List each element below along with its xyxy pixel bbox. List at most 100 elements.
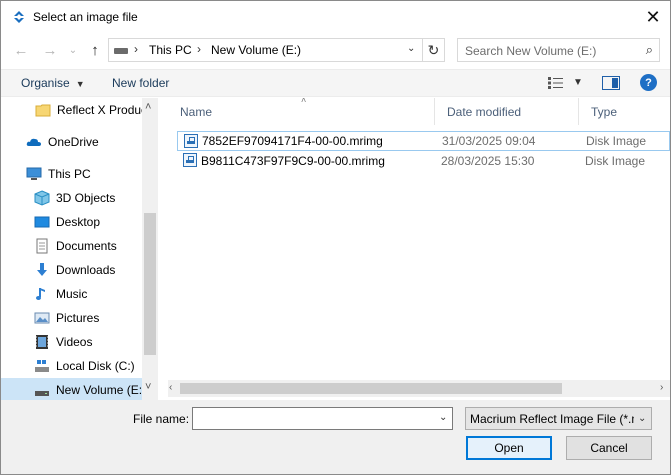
view-caret-down-icon[interactable]: ▼ bbox=[573, 77, 583, 88]
preview-pane-icon[interactable] bbox=[602, 76, 620, 90]
refresh-icon: ↻ bbox=[427, 41, 440, 58]
help-icon[interactable]: ? bbox=[640, 74, 657, 91]
date-modified-cell: 28/03/2025 15:30 bbox=[441, 154, 535, 168]
navigation-bar: ← → ⌄ ↑ › This PC › New Volume (E:) ⌄ ↻ … bbox=[1, 36, 670, 64]
forward-button[interactable]: → bbox=[40, 40, 60, 60]
scroll-down-icon[interactable]: ˅ bbox=[145, 381, 151, 393]
breadcrumb-separator-icon: › bbox=[134, 42, 138, 56]
arrow-right-icon: → bbox=[42, 41, 58, 59]
tree-item-label: Desktop bbox=[56, 215, 101, 229]
document-icon bbox=[34, 238, 50, 254]
tree-item-label: Local Disk (C:) bbox=[56, 359, 135, 373]
file-name-cell: B9811C473F97F9C9-00-00.mrimg bbox=[201, 154, 385, 168]
scroll-left-icon[interactable]: ‹ bbox=[169, 382, 172, 393]
view-options-icon[interactable] bbox=[547, 76, 565, 90]
sort-ascending-icon: ˄ bbox=[301, 98, 307, 105]
cancel-button[interactable]: Cancel bbox=[566, 436, 652, 460]
type-cell: Disk Image bbox=[586, 134, 647, 148]
breadcrumb-new-volume[interactable]: New Volume (E:) bbox=[211, 43, 301, 57]
tree-item-label: This PC bbox=[48, 167, 91, 181]
column-header-label: Name bbox=[180, 104, 213, 119]
table-row[interactable]: B9811C473F97F9C9-00-00.mrimg 28/03/2025 … bbox=[177, 151, 670, 171]
drive-icon bbox=[34, 382, 50, 398]
breadcrumb-separator-icon: › bbox=[197, 42, 201, 56]
address-bar[interactable]: › This PC › New Volume (E:) ⌄ ↻ bbox=[108, 38, 445, 62]
column-header-type[interactable]: Type bbox=[579, 98, 670, 125]
search-icon: ⌕ bbox=[645, 42, 653, 57]
column-header-name[interactable]: ˄ Name bbox=[168, 98, 435, 125]
date-modified-cell: 31/03/2025 09:04 bbox=[442, 134, 536, 148]
tree-item-documents[interactable]: Documents bbox=[34, 234, 117, 258]
file-name-input[interactable] bbox=[192, 407, 453, 430]
navigation-pane: Reflect X Produc OneDrive This PC 3D Obj… bbox=[1, 98, 158, 400]
dialog-footer: File name: ⌄ Macrium Reflect Image File … bbox=[1, 400, 670, 474]
file-list: ˄ Name Date modified Type 7852EF97094171… bbox=[168, 98, 670, 400]
download-icon bbox=[34, 262, 50, 278]
tree-item-label: OneDrive bbox=[48, 135, 99, 149]
macrium-app-icon bbox=[14, 11, 24, 23]
tree-item-music[interactable]: Music bbox=[34, 282, 87, 306]
search-box[interactable]: Search New Volume (E:) ⌕ bbox=[457, 38, 660, 62]
disk-image-icon bbox=[183, 153, 197, 167]
column-header-label: Type bbox=[591, 104, 618, 119]
arrow-up-icon: ↑ bbox=[91, 41, 99, 59]
column-header-date-modified[interactable]: Date modified bbox=[435, 98, 579, 125]
caret-down-icon: ▼ bbox=[75, 79, 85, 89]
tree-item-desktop[interactable]: Desktop bbox=[34, 210, 100, 234]
search-placeholder: Search New Volume (E:) bbox=[465, 44, 597, 58]
title-bar: Select an image file ✕ bbox=[1, 1, 670, 34]
tree-item-local-disk-c[interactable]: Local Disk (C:) bbox=[34, 354, 135, 378]
close-button[interactable]: ✕ bbox=[637, 4, 669, 30]
tree-item-reflect-folder[interactable]: Reflect X Produc bbox=[35, 98, 147, 122]
scroll-right-icon[interactable]: › bbox=[660, 382, 663, 393]
tree-item-label: Downloads bbox=[56, 263, 116, 277]
tree-item-label: Videos bbox=[56, 335, 93, 349]
cloud-icon bbox=[26, 134, 42, 150]
table-row[interactable]: 7852EF97094171F4-00-00.mrimg 31/03/2025 … bbox=[177, 131, 670, 151]
tree-item-new-volume-e[interactable]: New Volume (E:) bbox=[1, 378, 146, 400]
drive-icon bbox=[114, 48, 128, 54]
back-button[interactable]: ← bbox=[11, 40, 31, 60]
file-name-cell: 7852EF97094171F4-00-00.mrimg bbox=[202, 134, 383, 148]
desktop-icon bbox=[34, 214, 50, 230]
new-folder-button[interactable]: New folder bbox=[112, 76, 169, 90]
column-header-label: Date modified bbox=[447, 104, 522, 119]
tree-item-label: New Volume (E:) bbox=[56, 383, 147, 397]
tree-item-label: Music bbox=[56, 287, 88, 301]
computer-icon bbox=[26, 166, 42, 182]
tree-item-label: 3D Objects bbox=[56, 191, 116, 205]
window-title: Select an image file bbox=[33, 10, 138, 24]
music-icon bbox=[34, 286, 50, 302]
close-icon: ✕ bbox=[645, 6, 661, 27]
tree-item-onedrive[interactable]: OneDrive bbox=[26, 130, 99, 154]
recent-locations-button[interactable]: ⌄ bbox=[63, 40, 83, 60]
nav-pane-scroll-thumb[interactable] bbox=[144, 213, 156, 355]
file-type-filter-select[interactable]: Macrium Reflect Image File (*.mrimg) ⌄ bbox=[465, 407, 652, 430]
tree-item-this-pc[interactable]: This PC bbox=[26, 162, 91, 186]
file-name-dropdown-icon[interactable]: ⌄ bbox=[439, 412, 447, 423]
scroll-up-icon[interactable]: ˄ bbox=[145, 101, 151, 113]
video-icon bbox=[34, 334, 50, 350]
nav-pane-scrollbar[interactable]: ˄ ˅ bbox=[142, 98, 158, 400]
refresh-button[interactable]: ↻ bbox=[422, 38, 444, 62]
address-dropdown-icon[interactable]: ⌄ bbox=[407, 43, 415, 54]
tree-item-label: Documents bbox=[56, 239, 117, 253]
tree-item-3d-objects[interactable]: 3D Objects bbox=[34, 186, 115, 210]
up-button[interactable]: ↑ bbox=[85, 40, 105, 60]
tree-item-label: Reflect X Produc bbox=[57, 103, 148, 117]
file-name-label: File name: bbox=[133, 412, 190, 426]
file-type-filter-value: Macrium Reflect Image File (*.mrimg) bbox=[470, 412, 634, 426]
chevron-down-icon: ⌄ bbox=[68, 44, 78, 56]
tree-item-downloads[interactable]: Downloads bbox=[34, 258, 115, 282]
organise-menu-button[interactable]: Organise ▼ bbox=[21, 76, 85, 90]
command-toolbar: Organise ▼ New folder ▼ ? bbox=[1, 69, 670, 97]
tree-item-videos[interactable]: Videos bbox=[34, 330, 92, 354]
file-list-scroll-thumb[interactable] bbox=[180, 383, 562, 394]
tree-item-pictures[interactable]: Pictures bbox=[34, 306, 99, 330]
open-button[interactable]: Open bbox=[466, 436, 552, 460]
chevron-down-icon: ⌄ bbox=[638, 413, 647, 424]
breadcrumb-this-pc[interactable]: This PC bbox=[149, 43, 192, 57]
type-cell: Disk Image bbox=[585, 154, 646, 168]
cube-icon bbox=[34, 190, 50, 206]
file-list-scrollbar[interactable]: ‹ › bbox=[168, 380, 670, 397]
